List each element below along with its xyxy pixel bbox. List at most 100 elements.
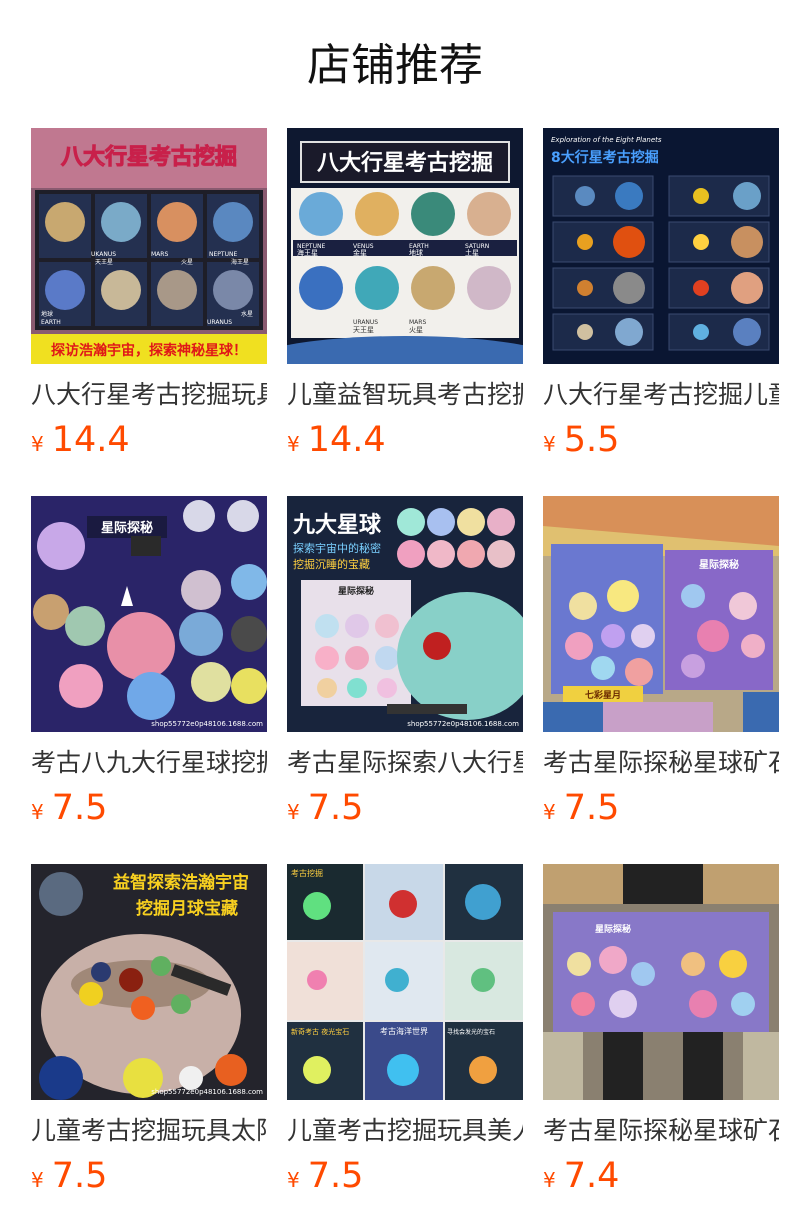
planet-label: 土星 — [465, 248, 479, 257]
planet-dig-kit-boxes-icon: 八大行星考古挖掘 NEPTUNE 海王星 VENUS 金星 EARTH 地球 S… — [287, 128, 523, 364]
banner-text: 益智探索浩瀚宇宙 — [113, 872, 249, 893]
product-grid: 八大行星考古挖掘 UKANUS 天王星 MARS 火星 NEPTUNE 海王星 … — [31, 128, 779, 1232]
planet-label: 金星 — [353, 248, 367, 257]
product-price: ¥7.5 — [287, 1154, 523, 1198]
product-card[interactable]: 八大行星考古挖掘 UKANUS 天王星 MARS 火星 NEPTUNE 海王星 … — [31, 128, 267, 496]
currency-symbol: ¥ — [543, 432, 556, 456]
currency-symbol: ¥ — [287, 1168, 300, 1192]
planet-grid-eight-icon: Exploration of the Eight Planets 8大行星考古挖… — [543, 128, 779, 364]
product-price: ¥14.4 — [31, 418, 267, 462]
planet-label: 天王星 — [95, 259, 113, 266]
collage-label: 考古海洋世界 — [380, 1026, 428, 1036]
top-text: Exploration of the Eight Planets — [551, 136, 662, 144]
product-image[interactable]: Exploration of the Eight Planets 8大行星考古挖… — [543, 128, 779, 364]
product-price: ¥7.4 — [543, 1154, 779, 1198]
product-price: ¥7.5 — [31, 1154, 267, 1198]
price-value: 7.5 — [563, 788, 620, 828]
planet-label: 水星 — [241, 310, 253, 318]
product-image[interactable]: 八大行星考古挖掘 NEPTUNE 海王星 VENUS 金星 EARTH 地球 S… — [287, 128, 523, 364]
planet-label: 天王星 — [353, 326, 374, 334]
price-value: 14.4 — [307, 420, 386, 460]
currency-symbol: ¥ — [31, 432, 44, 456]
sub-text-2: 挖掘沉睡的宝藏 — [293, 557, 370, 571]
planet-label: MARS — [151, 251, 168, 258]
kit-held-by-hands-icon: 星际探秘 七彩星月 — [543, 496, 779, 732]
product-title[interactable]: 考古八九大行星球挖掘 — [31, 746, 267, 780]
price-value: 7.5 — [51, 1156, 108, 1196]
product-title[interactable]: 儿童考古挖掘玩具太阳 — [31, 1114, 267, 1148]
watermark-text: shop55772e0p48106.1688.com — [407, 720, 519, 728]
product-card[interactable]: 益智探索浩瀚宇宙 挖掘月球宝藏 shop55772e0p48106.1688.c… — [31, 864, 267, 1232]
product-image[interactable]: 星际探秘 — [543, 864, 779, 1100]
product-price: ¥7.5 — [287, 786, 523, 830]
product-card[interactable]: 考古挖掘 新奇考古 夜光宝石 考古海洋世界 寻找会发光的宝石 儿童考古挖掘玩具美… — [287, 864, 523, 1232]
product-title[interactable]: 考古星际探秘星球矿石 — [543, 1114, 779, 1148]
product-card[interactable]: 九大星球 探索宇宙中的秘密 挖掘沉睡的宝藏 星际探秘 shop55772e0p4… — [287, 496, 523, 864]
product-image[interactable]: 星际探秘 shop55772e0p48106.1688.com — [31, 496, 267, 732]
price-value: 7.5 — [307, 788, 364, 828]
currency-symbol: ¥ — [31, 800, 44, 824]
product-title[interactable]: 八大行星考古挖掘儿童 — [543, 378, 779, 412]
product-title[interactable]: 儿童考古挖掘玩具美人 — [287, 1114, 523, 1148]
star-explore-kit-icon: 星际探秘 shop55772e0p48106.1688.com — [31, 496, 267, 732]
planet-label: UKANUS — [91, 251, 116, 258]
product-image[interactable]: 益智探索浩瀚宇宙 挖掘月球宝藏 shop55772e0p48106.1688.c… — [31, 864, 267, 1100]
banner-text: 八大行星考古挖掘 — [61, 144, 237, 170]
product-price: ¥7.5 — [31, 786, 267, 830]
planet-label: 地球 — [41, 310, 53, 318]
kit-held-in-store-icon: 星际探秘 — [543, 864, 779, 1100]
collage-label: 寻找会发光的宝石 — [447, 1028, 495, 1036]
currency-symbol: ¥ — [31, 1168, 44, 1192]
product-card[interactable]: Exploration of the Eight Planets 8大行星考古挖… — [543, 128, 779, 496]
price-value: 7.4 — [563, 1156, 620, 1196]
product-title[interactable]: 考古星际探索八大行星 — [287, 746, 523, 780]
planet-label: MARS — [409, 319, 426, 326]
price-value: 14.4 — [51, 420, 130, 460]
price-value: 5.5 — [563, 420, 620, 460]
footer-text: 探访浩瀚宇宙，探索神秘星球！ — [51, 342, 247, 359]
product-price: ¥5.5 — [543, 418, 779, 462]
product-price: ¥14.4 — [287, 418, 523, 462]
collage-label: 考古挖掘 — [291, 868, 323, 878]
product-image[interactable]: 考古挖掘 新奇考古 夜光宝石 考古海洋世界 寻找会发光的宝石 — [287, 864, 523, 1100]
banner-text-2: 挖掘月球宝藏 — [136, 898, 238, 919]
product-card[interactable]: 八大行星考古挖掘 NEPTUNE 海王星 VENUS 金星 EARTH 地球 S… — [287, 128, 523, 496]
watermark-text: shop55772e0p48106.1688.com — [151, 1088, 263, 1096]
box-text: 星际探秘 — [595, 923, 631, 935]
planet-label: EARTH — [41, 319, 61, 326]
product-title[interactable]: 考古星际探秘星球矿石 — [543, 746, 779, 780]
planet-dig-kit-display-icon: 八大行星考古挖掘 UKANUS 天王星 MARS 火星 NEPTUNE 海王星 … — [31, 128, 267, 364]
price-value: 7.5 — [307, 1156, 364, 1196]
planet-label: NEPTUNE — [209, 251, 237, 258]
sub-text: 探索宇宙中的秘密 — [293, 541, 381, 555]
box-footer-text: 七彩星月 — [585, 689, 621, 701]
product-card[interactable]: 星际探秘 考古星际探秘星球矿石 ¥7.4 — [543, 864, 779, 1232]
planet-label: 海王星 — [231, 258, 249, 266]
currency-symbol: ¥ — [287, 800, 300, 824]
planet-label: URANUS — [353, 319, 378, 326]
product-title[interactable]: 儿童益智玩具考古挖掘 — [287, 378, 523, 412]
watermark-text: shop55772e0p48106.1688.com — [151, 720, 263, 728]
currency-symbol: ¥ — [543, 1168, 556, 1192]
planet-label: 火星 — [409, 326, 423, 334]
product-card[interactable]: 星际探秘 七彩星月 考古星际探秘星球矿石 ¥ 7.5 — [543, 496, 779, 864]
product-card[interactable]: 星际探秘 shop55772e0p48106.1688.com 考古八九大行星球… — [31, 496, 267, 864]
gem-dig-collage-icon: 考古挖掘 新奇考古 夜光宝石 考古海洋世界 寻找会发光的宝石 — [287, 864, 523, 1100]
product-title[interactable]: 八大行星考古挖掘玩具 — [31, 378, 267, 412]
product-price: ¥7.5 — [543, 786, 779, 830]
planet-label: 海王星 — [297, 248, 318, 257]
moon-treasure-dig-icon: 益智探索浩瀚宇宙 挖掘月球宝藏 shop55772e0p48106.1688.c… — [31, 864, 267, 1100]
product-image[interactable]: 八大行星考古挖掘 UKANUS 天王星 MARS 火星 NEPTUNE 海王星 … — [31, 128, 267, 364]
nine-planets-kit-icon: 九大星球 探索宇宙中的秘密 挖掘沉睡的宝藏 星际探秘 shop55772e0p4… — [287, 496, 523, 732]
planet-label: 地球 — [409, 248, 423, 257]
banner-text: 星际探秘 — [101, 520, 153, 536]
collage-label: 新奇考古 夜光宝石 — [291, 1027, 349, 1036]
product-image[interactable]: 星际探秘 七彩星月 — [543, 496, 779, 732]
currency-symbol: ¥ — [543, 800, 556, 824]
planet-label: 火星 — [181, 259, 193, 266]
product-image[interactable]: 九大星球 探索宇宙中的秘密 挖掘沉睡的宝藏 星际探秘 shop55772e0p4… — [287, 496, 523, 732]
banner-text: 8大行星考古挖掘 — [551, 149, 659, 166]
page-title: 店铺推荐 — [307, 40, 483, 91]
banner-text: 八大行星考古挖掘 — [317, 150, 493, 176]
banner-text: 九大星球 — [292, 513, 382, 538]
